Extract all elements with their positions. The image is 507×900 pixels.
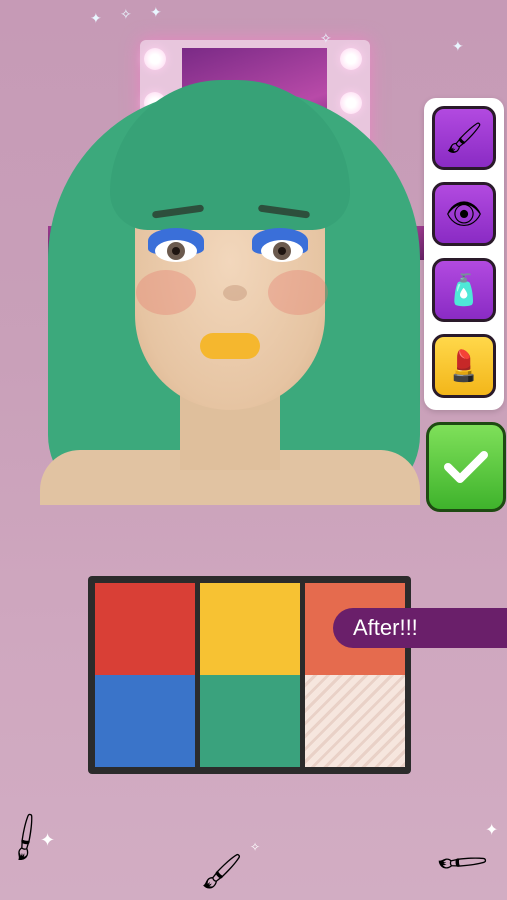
lips	[200, 333, 260, 359]
compact-icon: 🧴	[445, 273, 483, 307]
banner-text: After!!!	[353, 615, 418, 640]
sparkle-icon: ✧	[320, 30, 332, 46]
eyeshadow-tool[interactable]: 👁	[432, 182, 496, 246]
sparkle-icon: ✦	[452, 38, 464, 54]
palette-swatch[interactable]	[200, 583, 300, 675]
nose	[223, 285, 247, 301]
blush-right	[268, 270, 328, 315]
foundation-brush-tool[interactable]: 🖌	[432, 106, 496, 170]
lipstick-tool[interactable]: 💄	[432, 334, 496, 398]
sparkle-icon: ✧	[250, 840, 261, 854]
confirm-button[interactable]	[426, 422, 506, 512]
eye-right	[261, 240, 303, 262]
sparkle-icon: ✧	[120, 6, 132, 22]
sparkle-icon: ✦	[40, 830, 56, 850]
color-palette	[88, 576, 411, 774]
makeup-toolbar: 🖌 👁 🧴 💄	[424, 98, 504, 410]
sparkle-icon: ✦	[90, 10, 102, 26]
palette-swatch[interactable]	[305, 675, 405, 767]
brush-icon: 🖌	[444, 121, 484, 155]
sparkle-icon: ✦	[150, 4, 162, 20]
lipstick-icon: 💄	[445, 349, 483, 383]
palette-swatch[interactable]	[200, 675, 300, 767]
sparkle-icon: ✦	[485, 822, 499, 839]
eye-left	[155, 240, 197, 262]
blush-left	[136, 270, 196, 315]
after-banner: After!!!	[333, 608, 507, 648]
checkmark-icon	[444, 451, 488, 483]
palette-swatch[interactable]	[95, 675, 195, 767]
mirror-bulb	[144, 48, 166, 70]
eye-icon: 👁	[444, 197, 484, 231]
makeup-brush-icon[interactable]: 🖌	[200, 852, 243, 892]
model-character	[40, 80, 420, 505]
mirror-bulb	[340, 48, 362, 70]
blush-tool[interactable]: 🧴	[432, 258, 496, 322]
powder-brush-icon[interactable]: 🖌	[432, 833, 491, 891]
palette-swatch[interactable]	[95, 583, 195, 675]
